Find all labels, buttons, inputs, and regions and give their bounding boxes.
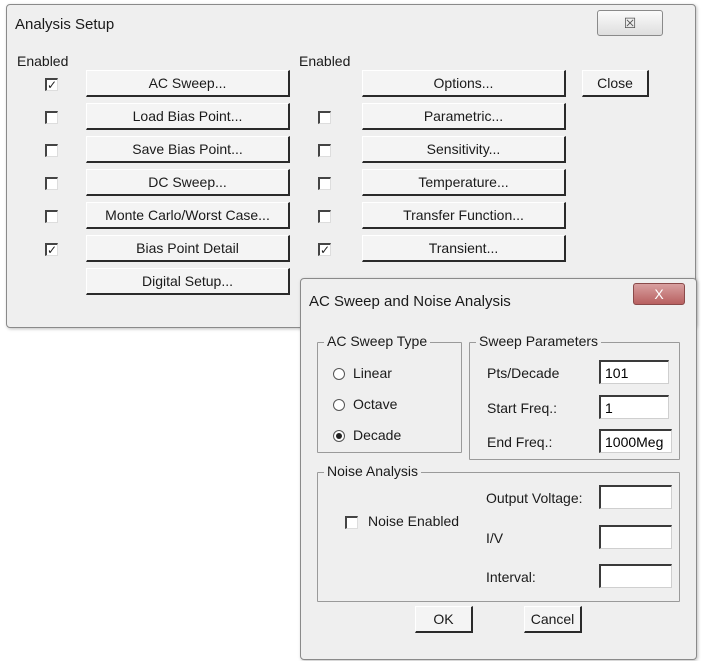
iv-label: I/V (486, 530, 504, 546)
sweep-parameters-group: Sweep Parameters Pts/Decade Start Freq.:… (469, 333, 680, 460)
left-analysis-button-2[interactable]: Save Bias Point... (86, 136, 290, 163)
right-checkbox-4[interactable] (318, 210, 331, 223)
interval-input[interactable] (599, 564, 672, 588)
output-voltage-input[interactable] (599, 485, 672, 509)
start-freq-input[interactable] (599, 395, 669, 419)
left-analysis-button-0[interactable]: AC Sweep... (86, 70, 290, 97)
radio-label-octave: Octave (353, 396, 398, 412)
left-checkbox-5[interactable]: ✓ (45, 243, 58, 256)
start-freq-label: Start Freq.: (487, 400, 558, 416)
left-analysis-button-5[interactable]: Bias Point Detail (86, 235, 290, 262)
pts-decade-label: Pts/Decade (487, 365, 560, 381)
group-label: Noise Analysis (324, 463, 422, 479)
left-analysis-button-3[interactable]: DC Sweep... (86, 169, 290, 196)
close-button[interactable]: Close (582, 70, 649, 97)
right-checkbox-2[interactable] (318, 144, 331, 157)
cancel-button[interactable]: Cancel (524, 606, 582, 633)
radio-label-decade: Decade (353, 427, 402, 443)
dialog-title: AC Sweep and Noise Analysis (309, 293, 511, 310)
end-freq-label: End Freq.: (487, 434, 553, 450)
pts-decade-input[interactable] (599, 360, 669, 384)
dialog-title: Analysis Setup (15, 16, 115, 33)
output-voltage-label: Output Voltage: (486, 490, 583, 506)
left-checkbox-3[interactable] (45, 177, 58, 190)
right-checkbox-5[interactable]: ✓ (318, 243, 331, 256)
left-checkbox-0[interactable]: ✓ (45, 78, 58, 91)
right-checkbox-1[interactable] (318, 111, 331, 124)
right-analysis-button-0[interactable]: Options... (362, 70, 566, 97)
ac-sweep-noise-dialog: AC Sweep and Noise Analysis X AC Sweep T… (300, 278, 697, 660)
left-analysis-button-1[interactable]: Load Bias Point... (86, 103, 290, 130)
right-analysis-button-3[interactable]: Temperature... (362, 169, 566, 196)
left-analysis-button-4[interactable]: Monte Carlo/Worst Case... (86, 202, 290, 229)
radio-octave[interactable] (333, 399, 345, 411)
ac-sweep-type-group: AC Sweep Type Linear Octave Decade (317, 333, 462, 453)
right-checkbox-3[interactable] (318, 177, 331, 190)
noise-enabled-label: Noise Enabled (368, 513, 460, 529)
group-label: Sweep Parameters (476, 333, 602, 349)
end-freq-input[interactable] (599, 429, 672, 453)
left-checkbox-4[interactable] (45, 210, 58, 223)
interval-label: Interval: (486, 569, 536, 585)
left-checkbox-1[interactable] (45, 111, 58, 124)
left-analysis-button-6[interactable]: Digital Setup... (86, 268, 290, 295)
group-label: AC Sweep Type (324, 333, 431, 349)
close-icon[interactable]: ☒ (597, 10, 663, 36)
radio-linear[interactable] (333, 368, 345, 380)
radio-label-linear: Linear (353, 365, 392, 381)
right-analysis-button-4[interactable]: Transfer Function... (362, 202, 566, 229)
enabled-header-right: Enabled (299, 53, 351, 69)
right-analysis-button-5[interactable]: Transient... (362, 235, 566, 262)
noise-analysis-group: Noise Analysis Noise Enabled Output Volt… (317, 463, 680, 602)
right-analysis-button-1[interactable]: Parametric... (362, 103, 566, 130)
left-checkbox-2[interactable] (45, 144, 58, 157)
right-analysis-button-2[interactable]: Sensitivity... (362, 136, 566, 163)
iv-input[interactable] (599, 525, 672, 549)
enabled-header-left: Enabled (17, 53, 69, 69)
close-icon[interactable]: X (633, 283, 685, 305)
ok-button[interactable]: OK (415, 606, 473, 633)
radio-selected-dot (336, 433, 342, 439)
noise-enabled-checkbox[interactable] (345, 516, 358, 529)
radio-decade[interactable] (333, 430, 345, 442)
